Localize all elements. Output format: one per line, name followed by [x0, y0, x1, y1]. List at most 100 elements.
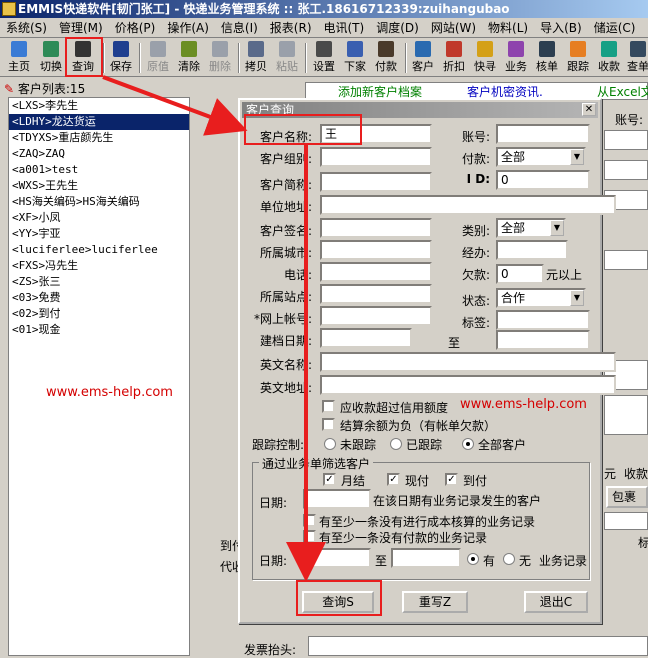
cod-checkbox[interactable]: ✓ [445, 473, 458, 486]
menu-info[interactable]: 信息(I) [215, 19, 264, 36]
paste-button[interactable]: 粘贴 [274, 41, 300, 75]
menu-report[interactable]: 报表(R) [264, 19, 318, 36]
list-item-selected[interactable]: <LDHY>龙达货运 [9, 114, 189, 130]
payment-button[interactable]: 付款 [373, 41, 399, 75]
business-button[interactable]: 业务 [503, 41, 529, 75]
settings-button[interactable]: 设置 [311, 41, 337, 75]
type-select[interactable]: 全部 ▼ [496, 218, 566, 238]
handler-input[interactable] [496, 240, 568, 260]
home-button[interactable]: 主页 [6, 41, 32, 75]
negative-balance-checkbox[interactable] [322, 418, 335, 431]
menu-import[interactable]: 导入(B) [534, 19, 588, 36]
package-button[interactable]: 包裹 [606, 486, 648, 508]
track-all-radio[interactable] [462, 438, 474, 450]
site-input[interactable] [320, 284, 432, 304]
menu-storage[interactable]: 储运(C) [588, 19, 642, 36]
id-input[interactable]: 0 [496, 170, 590, 190]
group-date-to-input[interactable] [391, 548, 461, 568]
label-create-date: 建档日期: [259, 334, 312, 348]
save-button[interactable]: 保存 [108, 41, 134, 75]
unit-address-input[interactable] [320, 195, 616, 215]
chevron-down-icon: ▼ [570, 149, 584, 165]
has-record-radio[interactable] [467, 553, 479, 565]
clear-button[interactable]: 清除 [176, 41, 202, 75]
group-date-from-input[interactable] [303, 548, 371, 568]
list-item[interactable]: <XF>小凤 [9, 210, 189, 226]
excel-import-link[interactable]: 从Excel文 [597, 83, 648, 100]
customer-short-input[interactable] [320, 172, 432, 192]
chevron-down-icon: ▼ [550, 220, 564, 236]
over-credit-checkbox[interactable] [322, 400, 335, 413]
status-select[interactable]: 合作 ▼ [496, 288, 586, 308]
delete-button[interactable]: 删除 [207, 41, 233, 75]
list-item[interactable]: <TDYXS>重店颜先生 [9, 130, 189, 146]
list-item[interactable]: <03>免费 [9, 290, 189, 306]
tag-input[interactable] [496, 310, 590, 330]
switch-button[interactable]: 切换 [38, 41, 64, 75]
list-item[interactable]: <WXS>王先生 [9, 178, 189, 194]
invoice-field[interactable] [308, 636, 648, 656]
payment-icon [378, 41, 394, 57]
owed-unit-label: 元以上 [546, 268, 583, 282]
create-date-to-input[interactable] [496, 330, 590, 350]
menu-dispatch[interactable]: 调度(D) [370, 19, 425, 36]
phone-input[interactable] [320, 262, 432, 282]
monthly-checkbox[interactable]: ✓ [323, 473, 336, 486]
group-to-label: 至 [375, 554, 388, 568]
no-payment-checkbox[interactable] [303, 530, 316, 543]
list-item[interactable]: <FXS>冯先生 [9, 258, 189, 274]
list-item[interactable]: <01>现金 [9, 322, 189, 338]
customer-sign-input[interactable] [320, 218, 432, 238]
no-cost-checkbox[interactable] [303, 514, 316, 527]
customer-list[interactable]: <LXS>李先生 <LDHY>龙达货运 <TDYXS>重店颜先生 <ZAQ>ZA… [8, 97, 190, 656]
label-customer-sign: 客户签名: [259, 224, 312, 238]
english-address-input[interactable] [320, 375, 616, 395]
payment-select[interactable]: 全部 ▼ [496, 147, 586, 167]
label-customer-group: 客户组别: [259, 152, 312, 166]
menu-material[interactable]: 物料(L) [482, 19, 534, 36]
menu-manage[interactable]: 管理(M) [53, 19, 109, 36]
revert-button[interactable]: 原值 [145, 41, 171, 75]
owed-input[interactable]: 0 [496, 264, 544, 284]
copy-button[interactable]: 拷贝 [243, 41, 269, 75]
list-item[interactable]: <YY>宇亚 [9, 226, 189, 242]
downstream-button[interactable]: 下家 [342, 41, 368, 75]
no-cost-label: 有至少一条没有进行成本核算的业务记录 [319, 515, 536, 529]
no-record-radio[interactable] [503, 553, 515, 565]
menu-price[interactable]: 价格(P) [109, 19, 162, 36]
list-item[interactable]: <02>到付 [9, 306, 189, 322]
exit-button[interactable]: 退出C [524, 591, 588, 613]
track-none-radio[interactable] [324, 438, 336, 450]
menu-telecom[interactable]: 电讯(T) [318, 19, 371, 36]
customer-group-input[interactable] [320, 147, 432, 167]
list-item[interactable]: <luciferlee>luciferlee [9, 242, 189, 258]
city-input[interactable] [320, 240, 432, 260]
english-name-input[interactable] [320, 352, 616, 372]
customer-button[interactable]: 客户 [410, 41, 436, 75]
list-item[interactable]: <ZAQ>ZAQ [9, 146, 189, 162]
discount-button[interactable]: 折扣 [441, 41, 467, 75]
net-account-input[interactable] [320, 306, 432, 326]
create-date-from-input[interactable] [320, 328, 412, 348]
account-input[interactable] [496, 124, 590, 144]
reset-button[interactable]: 重写Z [402, 591, 468, 613]
menu-system[interactable]: 系统(S) [0, 19, 53, 36]
home-icon [11, 41, 27, 57]
close-icon[interactable]: ✕ [582, 103, 596, 116]
list-item[interactable]: <ZS>张三 [9, 274, 189, 290]
list-item[interactable]: <LXS>李先生 [9, 98, 189, 114]
track-button[interactable]: 跟踪 [565, 41, 591, 75]
lookup-button[interactable]: 查单 [625, 41, 648, 75]
list-item[interactable]: <HS海关编码>HS海关编码 [9, 194, 189, 210]
quicksearch-button[interactable]: 快寻 [472, 41, 498, 75]
group-date-input[interactable] [303, 489, 371, 509]
verify-button[interactable]: 核单 [534, 41, 560, 75]
list-item[interactable]: <a001>test [9, 162, 189, 178]
collect-button[interactable]: 收款 [596, 41, 622, 75]
menu-operate[interactable]: 操作(A) [161, 19, 215, 36]
track-done-radio[interactable] [390, 438, 402, 450]
monthly-label: 月结 [341, 474, 366, 488]
no-payment-label: 有至少一条没有付款的业务记录 [319, 531, 488, 545]
cash-checkbox[interactable]: ✓ [387, 473, 400, 486]
menu-website[interactable]: 网站(W) [425, 19, 482, 36]
